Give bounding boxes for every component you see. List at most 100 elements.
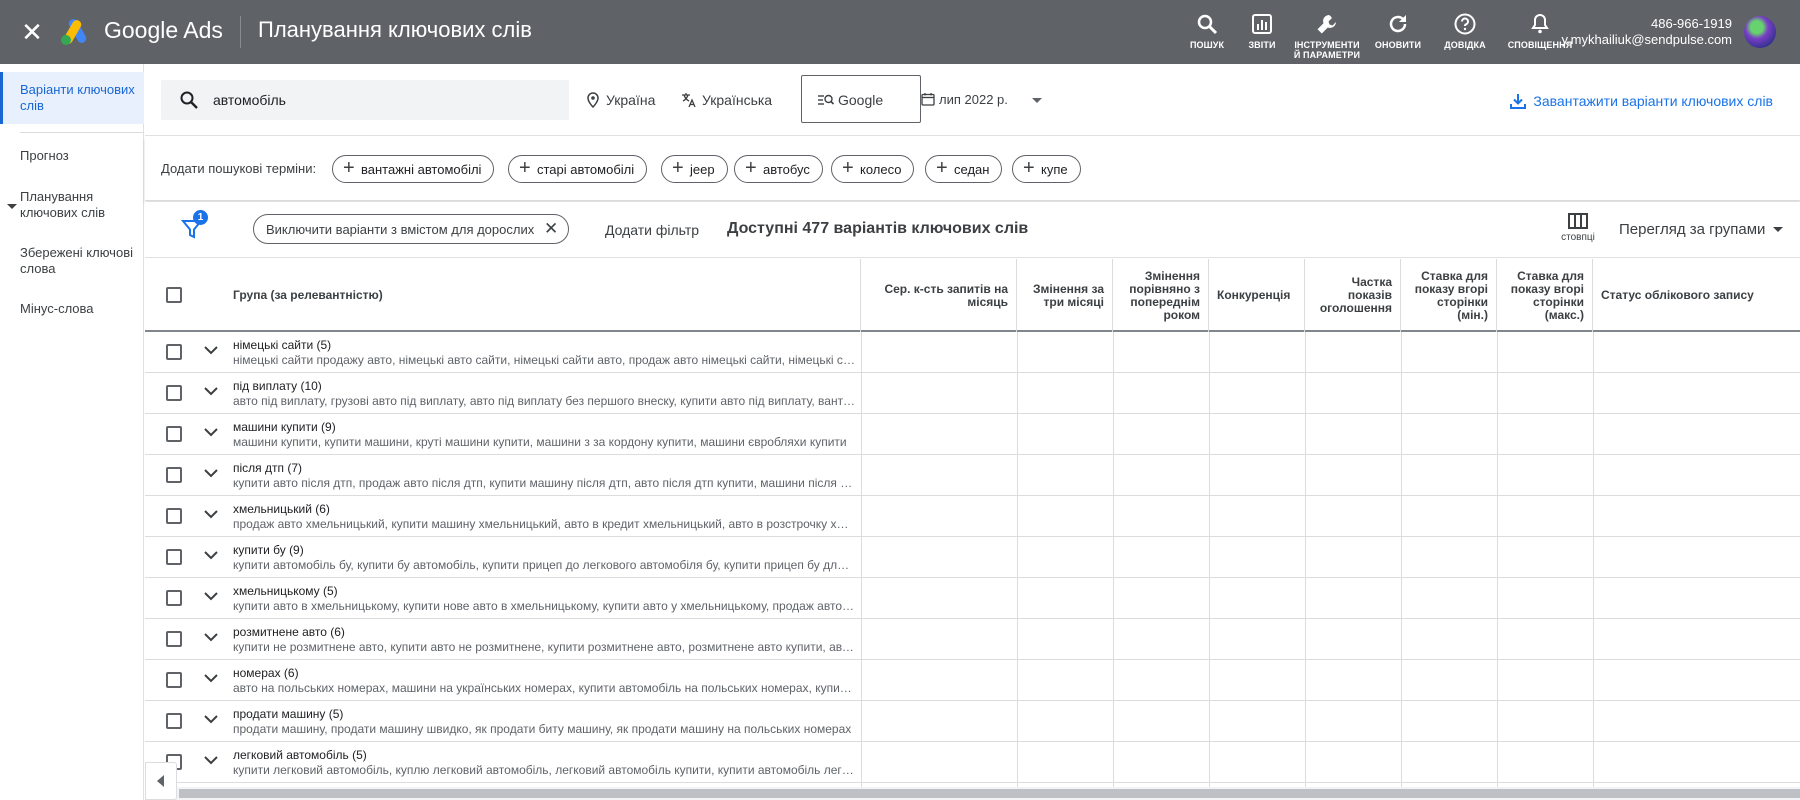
chevron-down-icon[interactable] (202, 587, 220, 605)
column-header-group[interactable]: Група (за релевантністю) (225, 259, 861, 332)
dropdown-arrow-icon (1773, 227, 1784, 232)
row-checkbox[interactable] (166, 385, 182, 401)
active-filter-chip[interactable]: Виключити варіанти з вмістом для доросли… (253, 214, 570, 244)
row-checkbox[interactable] (166, 631, 182, 647)
location-selector[interactable]: Україна (585, 92, 656, 109)
column-header-yoy-change[interactable]: Змінення порівняно з попереднім роком (1113, 259, 1209, 332)
columns-label: стовпці (1561, 232, 1595, 243)
row-checkbox[interactable] (166, 426, 182, 442)
term-chip[interactable]: купе (1012, 155, 1081, 183)
chevron-down-icon[interactable] (202, 464, 220, 482)
reports-icon (1252, 14, 1272, 34)
table-row[interactable]: під виплату (10) авто під виплату, грузо… (145, 373, 1800, 414)
chevron-down-icon[interactable] (202, 382, 220, 400)
select-all-checkbox[interactable] (166, 287, 182, 303)
term-chip[interactable]: jeep (661, 155, 728, 183)
table-row[interactable]: після дтп (7) купити авто після дтп, про… (145, 455, 1800, 496)
group-title: хмельницький (6) (233, 502, 330, 516)
term-chip[interactable]: вантажні автомобілі (332, 155, 495, 183)
top-app-bar: ✕ Google Ads Планування ключових слів ПО… (0, 0, 1800, 64)
group-keywords: продати машину, продати машину швидко, я… (233, 722, 852, 736)
table-row[interactable]: купити бу (9) купити автомобіль бу, купи… (145, 537, 1800, 578)
google-ads-logo[interactable] (60, 16, 92, 46)
location-label: Україна (606, 92, 656, 108)
row-checkbox[interactable] (166, 549, 182, 565)
account-info[interactable]: 486-966-1919 y.mykhailiuk@sendpulse.com (1562, 16, 1732, 48)
view-by-groups-dropdown[interactable]: Перегляд за групами (1619, 221, 1784, 238)
chevron-down-icon[interactable] (202, 505, 220, 523)
columns-button[interactable]: стовпці (1553, 212, 1603, 243)
column-header-avg-searches[interactable]: Сер. к-сть запитів на місяць (861, 259, 1017, 332)
translate-icon (682, 93, 696, 108)
nav-keyword-ideas[interactable]: Варіанти ключових слів (0, 72, 144, 124)
chevron-down-icon[interactable] (202, 710, 220, 728)
table-row[interactable]: легковий автомобіль (5) купити легковий … (145, 742, 1800, 783)
help-button[interactable]: ДОВІДКА (1430, 12, 1500, 50)
download-keyword-ideas-button[interactable]: Завантажити варіанти ключових слів (1509, 92, 1773, 110)
dropdown-arrow-icon[interactable] (1032, 98, 1042, 103)
term-chip[interactable]: старі автомобілі (508, 155, 648, 183)
table-row[interactable]: німецькі сайти (5) німецькі сайти продаж… (145, 332, 1800, 373)
available-ideas-count: Доступні 477 варіантів ключових слів (727, 220, 1029, 237)
row-checkbox[interactable] (166, 508, 182, 524)
search-network-selector[interactable]: Google (801, 75, 921, 123)
horizontal-scrollbar[interactable] (145, 787, 1800, 800)
nav-saved-keywords[interactable]: Збережені ключові слова (0, 245, 144, 277)
group-title: легковий автомобіль (5) (233, 748, 367, 762)
table-row[interactable]: машини купити (9) машини купити, купити … (145, 414, 1800, 455)
row-checkbox[interactable] (166, 344, 182, 360)
bell-icon (1531, 13, 1549, 34)
chevron-down-icon[interactable] (202, 546, 220, 564)
table-row[interactable]: продати машину (5) продати машину, прода… (145, 701, 1800, 742)
add-terms-label: Додати пошукові терміни: (161, 161, 317, 176)
tool-label: ЗВІТИ (1248, 40, 1276, 50)
reports-tool-button[interactable]: ЗВІТИ (1227, 12, 1297, 50)
engine-label: Google (838, 92, 884, 108)
nav-keyword-plans[interactable]: Планування ключових слів (0, 189, 144, 221)
keyword-search-box[interactable] (161, 80, 569, 120)
row-checkbox[interactable] (166, 713, 182, 729)
language-selector[interactable]: Українська (681, 92, 772, 108)
term-chip[interactable]: автобус (734, 155, 823, 183)
scrollbar-thumb[interactable] (179, 789, 1800, 798)
tools-settings-button[interactable]: ІНСТРУМЕНТИ Й ПАРАМЕТРИ (1292, 12, 1362, 60)
nav-forecast[interactable]: Прогноз (0, 148, 144, 164)
close-icon[interactable]: ✕ (18, 18, 46, 46)
table-row[interactable]: хмельницькому (5) купити авто в хмельниц… (145, 578, 1800, 619)
chevron-down-icon[interactable] (202, 341, 220, 359)
refresh-button[interactable]: ОНОВИТИ (1363, 12, 1433, 50)
divider (20, 132, 144, 133)
close-icon[interactable]: ✕ (544, 219, 558, 239)
group-title: під виплату (10) (233, 379, 322, 393)
row-checkbox[interactable] (166, 590, 182, 606)
search-icon (1197, 14, 1218, 35)
chevron-down-icon[interactable] (202, 423, 220, 441)
nav-negative-keywords[interactable]: Мінус-слова (0, 301, 144, 317)
avatar[interactable] (1744, 16, 1776, 48)
row-checkbox[interactable] (166, 672, 182, 688)
table-row[interactable]: хмельницький (6) продаж авто хмельницьки… (145, 496, 1800, 537)
table-row[interactable]: розмитнене авто (6) купити не розмитнене… (145, 619, 1800, 660)
columns-icon (1568, 213, 1588, 229)
column-header-competition[interactable]: Конкуренція (1209, 259, 1305, 332)
scroll-left-button[interactable] (145, 762, 177, 800)
column-header-bid-high[interactable]: Ставка для показу вгорі сторінки (макс.) (1497, 259, 1593, 332)
keyword-search-input[interactable] (213, 80, 553, 120)
column-header-account-status[interactable]: Статус облікового запису (1593, 259, 1800, 332)
column-header-impression-share[interactable]: Частка показів оголошення (1305, 259, 1401, 332)
term-chip[interactable]: колесо (831, 155, 915, 183)
download-label: Завантажити варіанти ключових слів (1533, 93, 1773, 109)
table-row[interactable]: номерах (6) авто на польських номерах, м… (145, 660, 1800, 701)
add-filter-button[interactable]: Додати фільтр (605, 222, 699, 238)
chevron-down-icon[interactable] (202, 751, 220, 769)
row-checkbox[interactable] (166, 467, 182, 483)
column-header-three-month-change[interactable]: Змінення за три місяці (1017, 259, 1113, 332)
chevron-down-icon[interactable] (202, 628, 220, 646)
column-header-bid-low[interactable]: Ставка для показу вгорі сторінки (мін.) (1401, 259, 1497, 332)
divider (240, 16, 241, 48)
date-range-selector[interactable]: лип 2022 р. (921, 92, 1008, 107)
chevron-down-icon[interactable] (202, 669, 220, 687)
search-settings-bar: Україна Українська Google лип 2022 р. За… (145, 64, 1800, 136)
keyword-groups-table: Група (за релевантністю) Сер. к-сть запи… (145, 259, 1800, 789)
term-chip[interactable]: седан (925, 155, 1003, 183)
